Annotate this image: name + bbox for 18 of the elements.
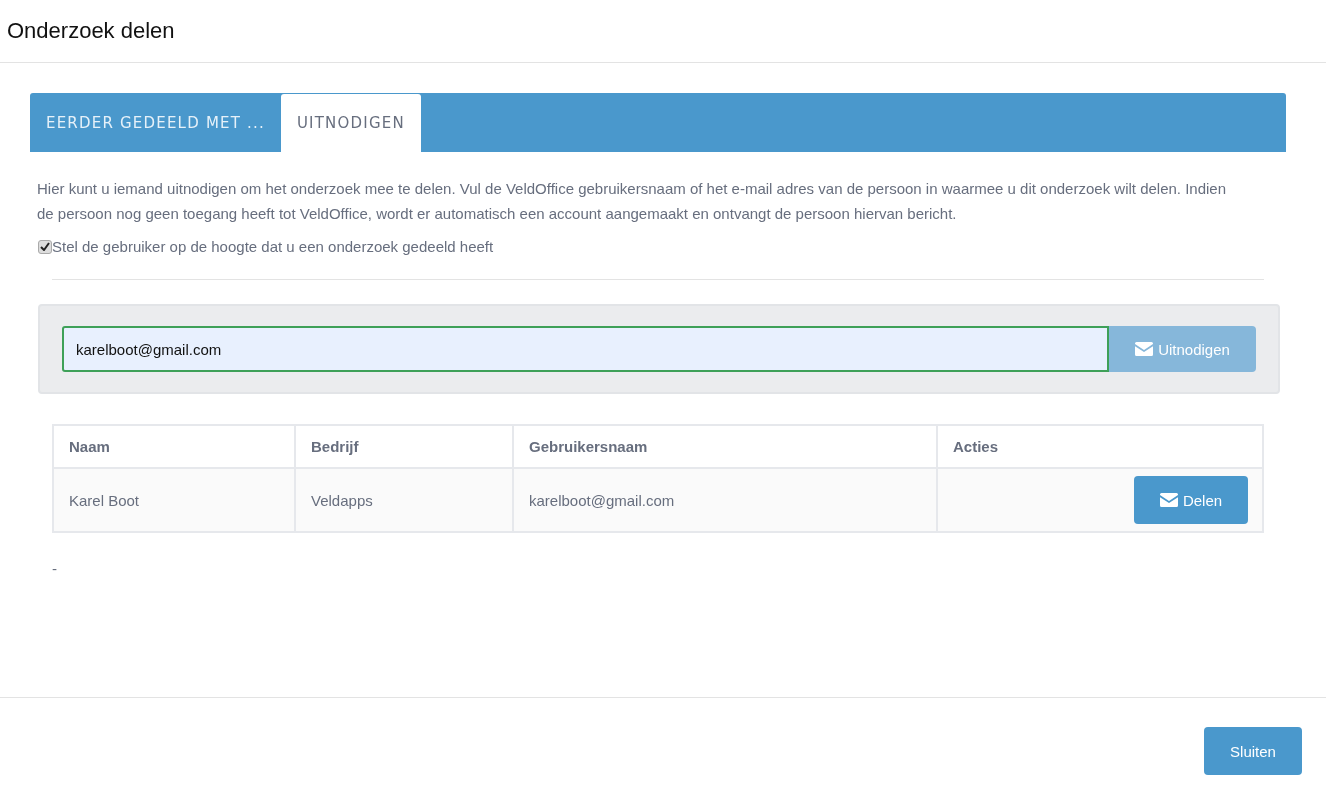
envelope-icon [1135, 342, 1154, 356]
column-header: Naam [53, 425, 295, 468]
table-cell: Veldapps [295, 468, 513, 532]
close-button[interactable]: Sluiten [1204, 727, 1302, 775]
tab[interactable]: UITNODIGEN [280, 94, 421, 152]
column-header: Gebruikersnaam [513, 425, 937, 468]
note-text: - [52, 561, 59, 577]
checkbox[interactable] [38, 239, 52, 254]
table-cell: karelboot@gmail.com [513, 468, 937, 532]
table-cell: Karel Boot [53, 468, 295, 532]
tab[interactable]: EERDER GEDEELD MET ... [30, 93, 281, 152]
column-header: Bedrijf [295, 425, 513, 468]
checkbox-label: Stel de gebruiker op de hoogte dat u een onderzoek gedeeld heeft [52, 238, 494, 255]
column-header: Acties [937, 425, 1263, 468]
intro-text: Hier kunt u iemand uitnodigen om het onderzoek mee te delen. Vul de VeldOffice gebruikersnaam of het e-mail adres van de persoon in waarmee u dit onderzoek wilt delen. Indien de persoon nog geen toegang heeft tot VeldOffice, wordt er automatisch een account aangemaakt en ontvangt de persoon hiervan bericht. [37, 179, 1228, 224]
share-button[interactable]: Delen [1134, 476, 1248, 524]
dialog-title: Onderzoek delen [7, 18, 175, 44]
envelope-icon [1159, 493, 1178, 507]
